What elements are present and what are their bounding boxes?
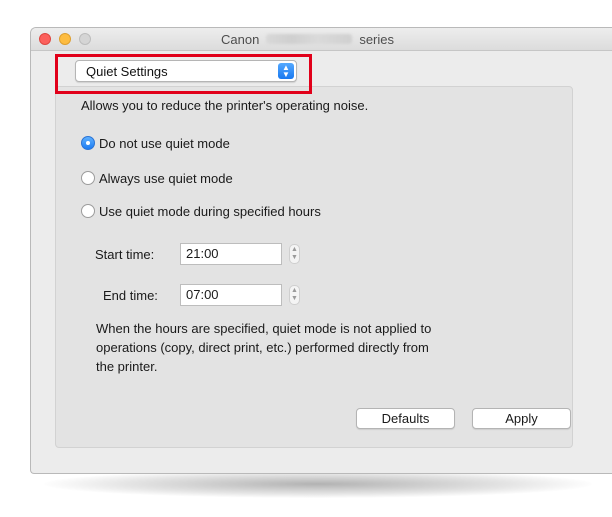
note-line: operations (copy, direct print, etc.) pe… <box>96 340 429 355</box>
end-time-stepper[interactable]: ▲ ▼ <box>289 285 300 305</box>
close-window-button[interactable] <box>39 33 51 45</box>
zoom-window-button[interactable] <box>79 33 91 45</box>
note-line: When the hours are specified, quiet mode… <box>96 321 432 336</box>
end-time-label: End time: <box>103 288 158 303</box>
minimize-window-button[interactable] <box>59 33 71 45</box>
description-text: Allows you to reduce the printer's opera… <box>81 98 369 113</box>
start-time-label: Start time: <box>95 247 155 262</box>
end-time-field[interactable]: 07:00 <box>180 284 282 306</box>
defaults-button[interactable]: Defaults <box>356 408 455 429</box>
radio-button[interactable] <box>81 204 95 218</box>
radio-button-selected[interactable] <box>81 136 95 150</box>
apply-button[interactable]: Apply <box>472 408 571 429</box>
window-title-brand: Canon <box>221 31 260 47</box>
start-time-field[interactable]: 21:00 <box>180 243 282 265</box>
note-line: the printer. <box>96 359 158 374</box>
radio-label: Always use quiet mode <box>99 170 233 186</box>
window-title: Canon series <box>221 31 394 47</box>
window-title-series: series <box>359 31 394 47</box>
redacted-model-name <box>266 34 353 44</box>
settings-popup-value: Quiet Settings <box>86 64 168 79</box>
window-shadow <box>44 470 592 498</box>
up-down-arrows-icon: ▲ ▼ <box>278 63 294 79</box>
radio-label: Use quiet mode during specified hours <box>99 203 321 219</box>
radio-do-not-use-quiet-mode[interactable]: Do not use quiet mode <box>81 134 230 152</box>
quiet-mode-note: When the hours are specified, quiet mode… <box>96 319 431 376</box>
radio-button[interactable] <box>81 171 95 185</box>
start-time-stepper[interactable]: ▲ ▼ <box>289 244 300 264</box>
settings-popup-menu[interactable]: Quiet Settings ▲ ▼ <box>75 60 297 82</box>
radio-label: Do not use quiet mode <box>99 135 230 151</box>
radio-use-quiet-mode-specified-hours[interactable]: Use quiet mode during specified hours <box>81 202 321 220</box>
radio-always-use-quiet-mode[interactable]: Always use quiet mode <box>81 169 233 187</box>
title-bar[interactable]: Canon series <box>31 28 612 51</box>
